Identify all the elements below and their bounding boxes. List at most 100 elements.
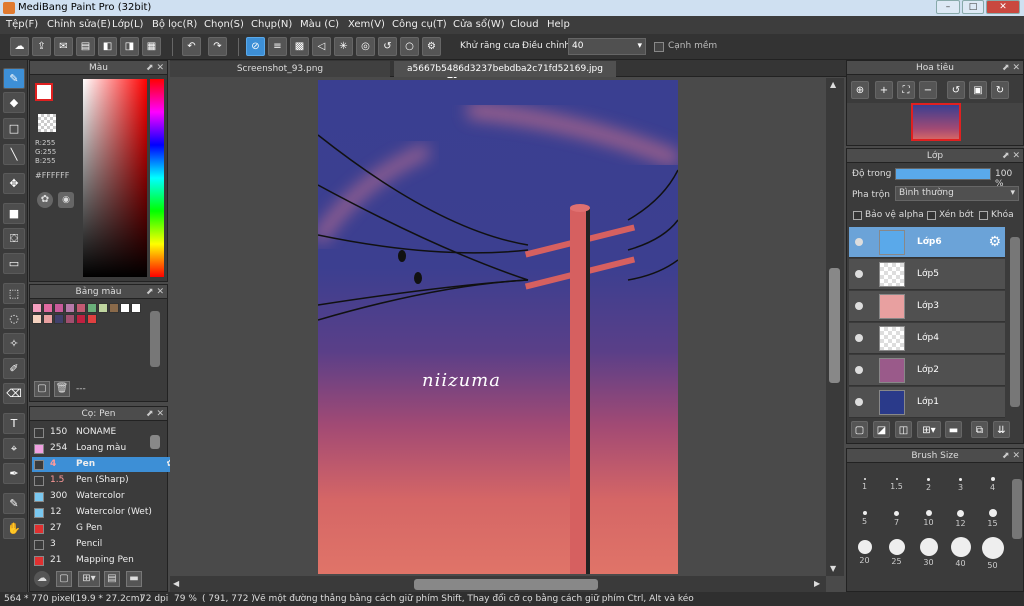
- scroll-right-icon[interactable]: ▶: [814, 579, 820, 588]
- visibility-eye-icon[interactable]: [855, 398, 863, 406]
- rotate-right-icon[interactable]: ↻: [991, 81, 1009, 99]
- gradient-tool-icon[interactable]: ▭: [3, 253, 25, 274]
- brush-size-preset[interactable]: 12: [945, 503, 976, 534]
- move-tool-icon[interactable]: ✥: [3, 173, 25, 194]
- palette-swatch[interactable]: [54, 314, 64, 324]
- menu-file[interactable]: Tệp(F): [6, 16, 38, 34]
- close-button[interactable]: ✕: [986, 0, 1020, 14]
- visibility-eye-icon[interactable]: [855, 366, 863, 374]
- menu-color[interactable]: Màu (C): [300, 16, 339, 34]
- menu-snap[interactable]: Chụp(N): [251, 16, 292, 34]
- brush-size-preset[interactable]: 15: [977, 503, 1008, 534]
- merge-layer-icon[interactable]: ⇊: [993, 421, 1010, 438]
- scroll-down-icon[interactable]: ▼: [830, 564, 836, 573]
- operation-tool-icon[interactable]: ⌖: [3, 438, 25, 459]
- snap-radial-icon[interactable]: ✳: [334, 37, 353, 56]
- palette-swatch[interactable]: [98, 303, 108, 313]
- visibility-eye-icon[interactable]: [855, 334, 863, 342]
- pen-tool-icon[interactable]: ✎: [3, 493, 25, 514]
- brush-size-preset[interactable]: 1.5: [881, 469, 912, 500]
- panel-controls-icon[interactable]: ⬈ ✕: [146, 407, 164, 421]
- saturation-value-picker[interactable]: [83, 79, 147, 277]
- layer-scrollbar[interactable]: [1010, 237, 1020, 407]
- comment-icon[interactable]: ✉: [54, 37, 73, 56]
- gear-icon[interactable]: ⚙: [988, 234, 1001, 250]
- menu-edit[interactable]: Chỉnh sửa(E): [47, 16, 111, 34]
- smooth-edge-checkbox[interactable]: [654, 42, 664, 52]
- visibility-eye-icon[interactable]: [855, 302, 863, 310]
- horizontal-scroll-thumb[interactable]: [414, 579, 598, 590]
- correction-select[interactable]: 40 ▾: [568, 38, 646, 55]
- line-tool-icon[interactable]: ╲: [3, 144, 25, 165]
- snap-ellipse-icon[interactable]: ○: [400, 37, 419, 56]
- blend-mode-select[interactable]: Bình thường ▾: [895, 186, 1019, 201]
- brush-size-preset[interactable]: 2: [913, 469, 944, 500]
- new-halftone-layer-icon[interactable]: ◪: [873, 421, 890, 438]
- brush-size-preset[interactable]: 20: [849, 537, 880, 568]
- brush-settings-icon[interactable]: ▤: [104, 571, 120, 587]
- hand-tool-icon[interactable]: ✋: [3, 518, 25, 539]
- brush-item[interactable]: 21 Mapping Pen: [32, 553, 178, 568]
- brush-item[interactable]: 3 Pencil: [32, 537, 178, 552]
- layer-row[interactable]: Lớp2: [849, 355, 1005, 386]
- palette-scrollbar[interactable]: [150, 311, 160, 367]
- palette-swatch[interactable]: [120, 303, 130, 313]
- snap-settings-icon[interactable]: ⚙: [422, 37, 441, 56]
- brush-item[interactable]: 27 G Pen: [32, 521, 178, 536]
- palette-swatch[interactable]: [131, 303, 141, 313]
- brush-size-preset[interactable]: 4: [977, 469, 1008, 500]
- brush-scrollbar[interactable]: [150, 435, 160, 449]
- delete-palette-icon[interactable]: 🗑: [54, 381, 70, 397]
- palette-swatch[interactable]: [43, 314, 53, 324]
- layer-row[interactable]: Lớp5: [849, 259, 1005, 290]
- brush-size-scrollbar[interactable]: [1012, 479, 1022, 539]
- panel-controls-icon[interactable]: ⬈ ✕: [146, 61, 164, 75]
- palette-swatch[interactable]: [43, 303, 53, 313]
- dot-tool-icon[interactable]: □: [3, 118, 25, 139]
- transparent-swatch[interactable]: [38, 114, 56, 132]
- palette-swatch[interactable]: [32, 303, 42, 313]
- lasso-tool-icon[interactable]: ◌: [3, 308, 25, 329]
- opacity-slider[interactable]: [895, 168, 991, 180]
- fit-window-icon[interactable]: ⛶: [897, 81, 915, 99]
- palette-swatch[interactable]: [87, 314, 97, 324]
- magic-wand-icon[interactable]: ✧: [3, 333, 25, 354]
- palette-swatch[interactable]: [76, 314, 86, 324]
- bucket-tool-icon[interactable]: ⛋: [3, 228, 25, 249]
- text-tool-icon[interactable]: T: [3, 413, 25, 434]
- select-pen-icon[interactable]: ✐: [3, 358, 25, 379]
- panel-controls-icon[interactable]: ⬈ ✕: [1002, 61, 1020, 75]
- palette-swatch[interactable]: [87, 303, 97, 313]
- vertical-scroll-thumb[interactable]: [829, 268, 840, 383]
- new-palette-icon[interactable]: ▢: [34, 381, 50, 397]
- vertical-scrollbar[interactable]: ▲ ▼: [826, 78, 844, 576]
- palette-swatch[interactable]: [54, 303, 64, 313]
- palette-swatch[interactable]: [65, 303, 75, 313]
- menu-help[interactable]: Help: [547, 16, 570, 34]
- snap-circle-icon[interactable]: ◎: [356, 37, 375, 56]
- new-brush-icon[interactable]: ▢: [56, 571, 72, 587]
- snap-off-icon[interactable]: ⊘: [246, 37, 265, 56]
- panel-controls-icon[interactable]: ⬈ ✕: [146, 285, 164, 299]
- horizontal-scrollbar[interactable]: ◀ ▶: [170, 576, 826, 592]
- canvas-area[interactable]: niizuma: [170, 78, 826, 576]
- menu-window[interactable]: Cửa sổ(W): [453, 16, 505, 34]
- add-layer-menu-icon[interactable]: ⊞▾: [917, 421, 941, 438]
- lock-checkbox[interactable]: [979, 211, 988, 220]
- snap-parallel-icon[interactable]: ≡: [268, 37, 287, 56]
- brush-size-preset[interactable]: 7: [881, 503, 912, 534]
- share-icon[interactable]: ⇪: [32, 37, 51, 56]
- rotate-reset-icon[interactable]: ▣: [969, 81, 987, 99]
- menu-select[interactable]: Chọn(S): [204, 16, 244, 34]
- cloud-save-icon[interactable]: ☁: [10, 37, 29, 56]
- menu-tools[interactable]: Công cụ(T): [392, 16, 447, 34]
- visibility-eye-icon[interactable]: [855, 238, 863, 246]
- brush-size-preset[interactable]: 25: [881, 537, 912, 568]
- snap-perspective-icon[interactable]: ◁: [312, 37, 331, 56]
- layer-row[interactable]: Lớp1: [849, 387, 1005, 418]
- brush-folder-icon[interactable]: ▬: [126, 571, 142, 587]
- palette-swatch[interactable]: [109, 303, 119, 313]
- tab-screenshot[interactable]: Screenshot_93.png: [170, 61, 390, 77]
- cloud-brush-icon[interactable]: ☁: [34, 571, 50, 587]
- brush-size-preset[interactable]: 30: [913, 537, 944, 568]
